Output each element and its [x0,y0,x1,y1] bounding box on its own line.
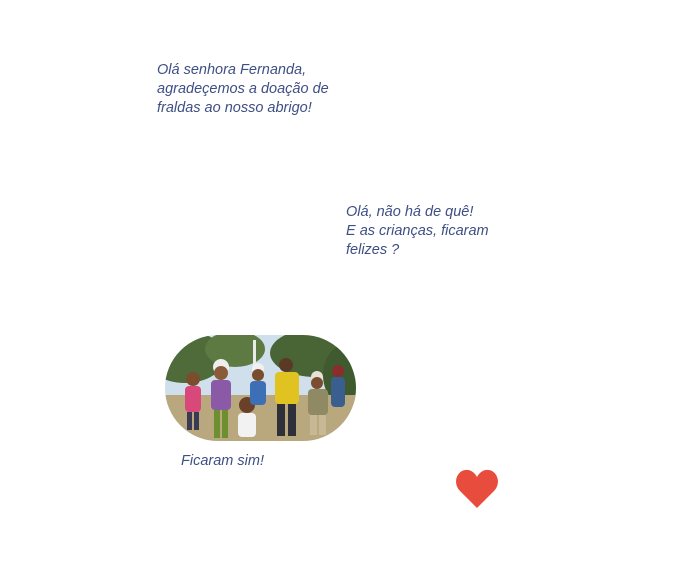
chat-message-2: Olá, não há de quê! E as crianças, ficar… [346,204,489,258]
heart-icon [456,469,498,508]
chat-photo-children[interactable] [165,335,356,441]
heart-reaction-button[interactable] [455,468,499,510]
children-group-photo-icon [165,335,356,441]
chat-message-1: Olá senhora Fernanda, agradeçemos a doaç… [157,62,329,116]
chat-message-3: Ficaram sim! [181,453,264,469]
